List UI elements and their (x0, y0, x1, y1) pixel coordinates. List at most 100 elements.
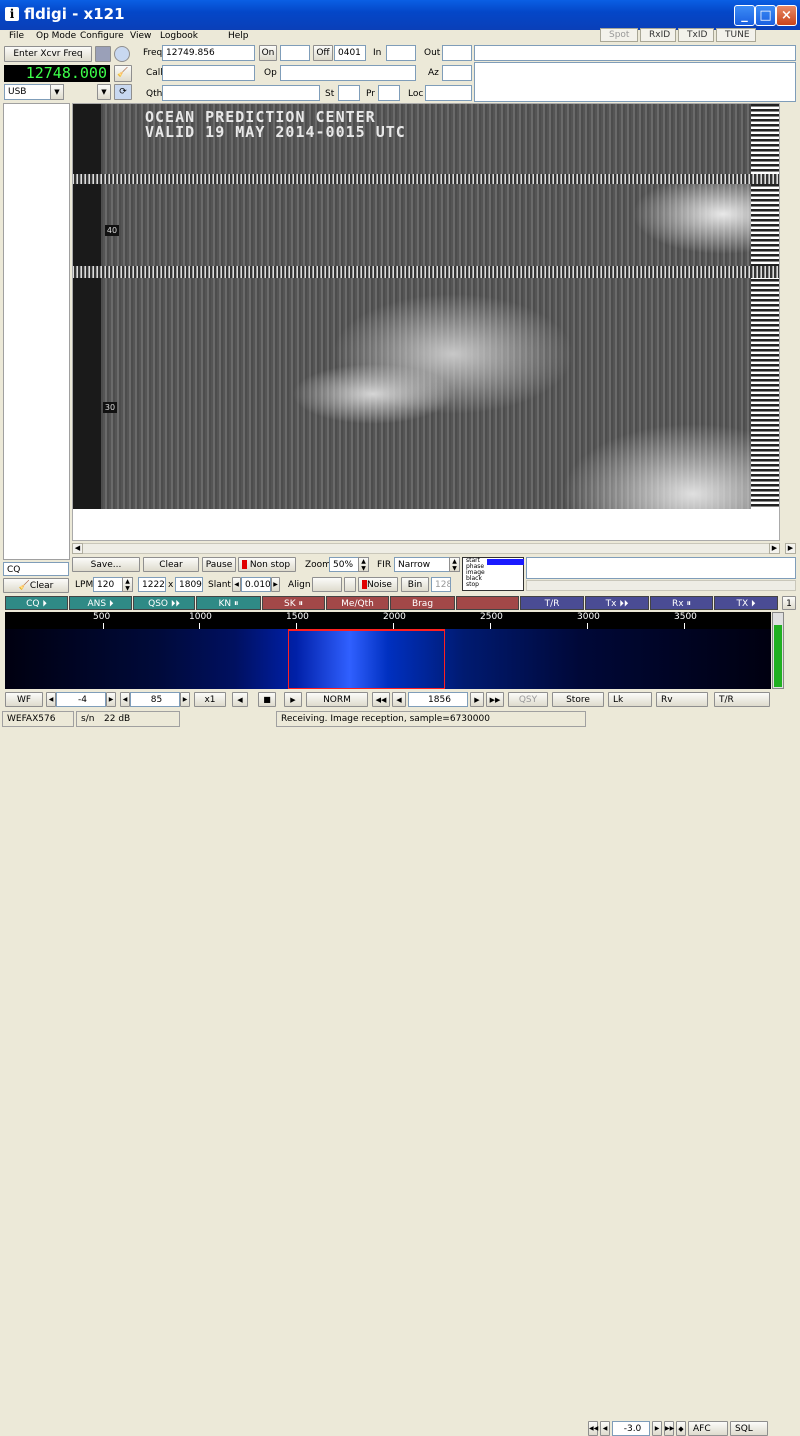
refresh-icon[interactable]: ⟳ (114, 84, 132, 100)
range-field[interactable]: 85 (130, 692, 180, 707)
minimize-button[interactable]: _ (734, 5, 755, 26)
maximize-button[interactable]: □ (755, 5, 776, 26)
slant-increase-icon[interactable]: ▶ (271, 577, 280, 592)
macro-button-ans[interactable]: ANS ⏵ (69, 596, 132, 610)
close-button[interactable]: × (776, 5, 797, 26)
rxid-toggle[interactable]: RxID (640, 28, 676, 42)
macro-button-sk[interactable]: SK ⏸ (262, 596, 325, 610)
menu-file[interactable]: File (9, 31, 24, 41)
off-button[interactable]: Off (313, 45, 333, 61)
menu-op-mode[interactable]: Op Mode (36, 31, 76, 41)
lpm-spinner-icon[interactable]: ▲ ▼ (122, 577, 133, 592)
faster-icon[interactable]: ▶ (284, 692, 302, 707)
rig-icon[interactable] (95, 46, 111, 62)
waterfall-display[interactable] (5, 629, 771, 689)
carrier-freq-field[interactable]: 1856 (408, 692, 468, 707)
menu-help[interactable]: Help (228, 31, 249, 41)
step-left-icon[interactable]: ◀ (392, 692, 406, 707)
image-width-field[interactable]: 1222 (138, 577, 166, 592)
enter-freq-button[interactable]: Enter Xcvr Freq (4, 46, 92, 62)
in-field[interactable] (386, 45, 416, 61)
broom-icon[interactable]: 🧹 (114, 65, 132, 82)
scroll-left-icon[interactable]: ◀ (72, 543, 83, 554)
sql-toggle[interactable]: SQL (730, 1421, 768, 1436)
st-field[interactable] (338, 85, 360, 101)
globe-icon[interactable] (114, 46, 130, 62)
macro-button-me-qth[interactable]: Me/Qth (326, 596, 389, 610)
fast-left-icon[interactable]: ◀◀ (372, 692, 390, 707)
ref-level-field[interactable]: -4 (56, 692, 106, 707)
qsy-button[interactable]: QSY (508, 692, 548, 707)
on-field[interactable] (280, 45, 310, 61)
save-button[interactable]: Save... (72, 557, 140, 572)
slant-decrease-icon[interactable]: ◀ (232, 577, 241, 592)
fir-spinner-icon[interactable]: ▲ ▼ (449, 557, 460, 572)
cq-field[interactable]: CQ (3, 562, 69, 576)
macro-page-button[interactable]: 1 (782, 596, 796, 610)
image-horizontal-scrollbar[interactable] (72, 543, 780, 554)
frequency-display[interactable]: 12748.000 (4, 65, 110, 82)
range-decrease-icon[interactable]: ◀ (120, 692, 130, 707)
spot-toggle[interactable]: Spot (600, 28, 638, 42)
macro-button-rx[interactable]: Rx ⏸ (650, 596, 713, 610)
left-clear-button[interactable]: 🧹Clear (3, 578, 69, 593)
mode-status[interactable]: WEFAX576 (2, 711, 74, 727)
txid-toggle[interactable]: TxID (678, 28, 714, 42)
afc-left-icon[interactable]: ◀ (600, 1421, 610, 1436)
norm-button[interactable]: NORM (306, 692, 368, 707)
slant-field[interactable]: 0.010 (241, 577, 271, 592)
bin-field[interactable]: 128 (431, 577, 451, 592)
qth-field[interactable] (162, 85, 320, 101)
wf-mode-button[interactable]: WF (5, 692, 43, 707)
pause-button[interactable]: Pause (202, 557, 236, 572)
call-field[interactable] (162, 65, 255, 81)
fast-right-icon[interactable]: ▶▶ (486, 692, 504, 707)
store-button[interactable]: Store (552, 692, 604, 707)
afc-toggle[interactable]: AFC (688, 1421, 728, 1436)
zoom-x1-button[interactable]: x1 (194, 692, 226, 707)
macro-button-t-r[interactable]: T/R (520, 596, 584, 610)
diamond-icon[interactable]: ◆ (676, 1421, 686, 1436)
scroll-right-icon[interactable]: ▶ (785, 543, 796, 554)
tr-toggle[interactable]: T/R (714, 692, 770, 707)
macro-button-brag[interactable]: Brag (390, 596, 455, 610)
log-notes-area[interactable] (474, 62, 796, 102)
afc-fast-left-icon[interactable]: ◀◀ (588, 1421, 598, 1436)
out-field[interactable] (442, 45, 472, 61)
left-text-panel[interactable] (3, 103, 70, 560)
macro-button-cq[interactable]: CQ ⏵ (5, 596, 68, 610)
pr-field[interactable] (378, 85, 400, 101)
az-field[interactable] (442, 65, 472, 81)
reverse-toggle[interactable]: Rv (656, 692, 708, 707)
clear-image-button[interactable]: Clear (143, 557, 199, 572)
ref-decrease-icon[interactable]: ◀ (46, 692, 56, 707)
rx-scrollbar[interactable] (526, 580, 796, 591)
frequency-ruler[interactable]: 500 1000 1500 2000 2500 3000 3500 (5, 612, 771, 629)
menu-logbook[interactable]: Logbook (160, 31, 198, 41)
bandwidth-dropdown-icon[interactable]: ▼ (97, 84, 111, 100)
stop-icon[interactable]: ■ (258, 692, 276, 707)
macro-button-qso[interactable]: QSO ⏵⏵ (133, 596, 195, 610)
step-right-icon[interactable]: ▶ (470, 692, 484, 707)
zoom-spinner-icon[interactable]: ▲ ▼ (358, 557, 369, 572)
menu-view[interactable]: View (130, 31, 151, 41)
menu-configure[interactable]: Configure (80, 31, 124, 41)
wefax-image-panel[interactable]: OCEAN PREDICTION CENTER VALID 19 MAY 201… (72, 103, 780, 541)
freq-field[interactable]: 12749.856 (162, 45, 255, 61)
align-toggle[interactable] (344, 577, 356, 592)
afc-right-icon[interactable]: ▶ (652, 1421, 662, 1436)
macro-button-tx[interactable]: TX ⏵ (714, 596, 778, 610)
mode-dropdown-icon[interactable]: ▼ (50, 84, 64, 100)
macro-button-kn[interactable]: KN ⏸ (196, 596, 261, 610)
align-slider[interactable] (312, 577, 342, 592)
image-height-field[interactable]: 1809 (175, 577, 203, 592)
scroll-right-icon[interactable]: ▶ (769, 543, 780, 554)
notes-field[interactable] (474, 45, 796, 61)
on-button[interactable]: On (259, 45, 277, 61)
lock-toggle[interactable]: Lk (608, 692, 652, 707)
macro-button-tx[interactable]: Tx ⏵⏵ (585, 596, 649, 610)
afc-value-field[interactable]: -3.0 (612, 1421, 650, 1436)
rx-text-field[interactable] (526, 557, 796, 579)
bin-toggle[interactable]: Bin (401, 577, 429, 592)
nonstop-toggle[interactable]: Non stop (238, 557, 296, 572)
